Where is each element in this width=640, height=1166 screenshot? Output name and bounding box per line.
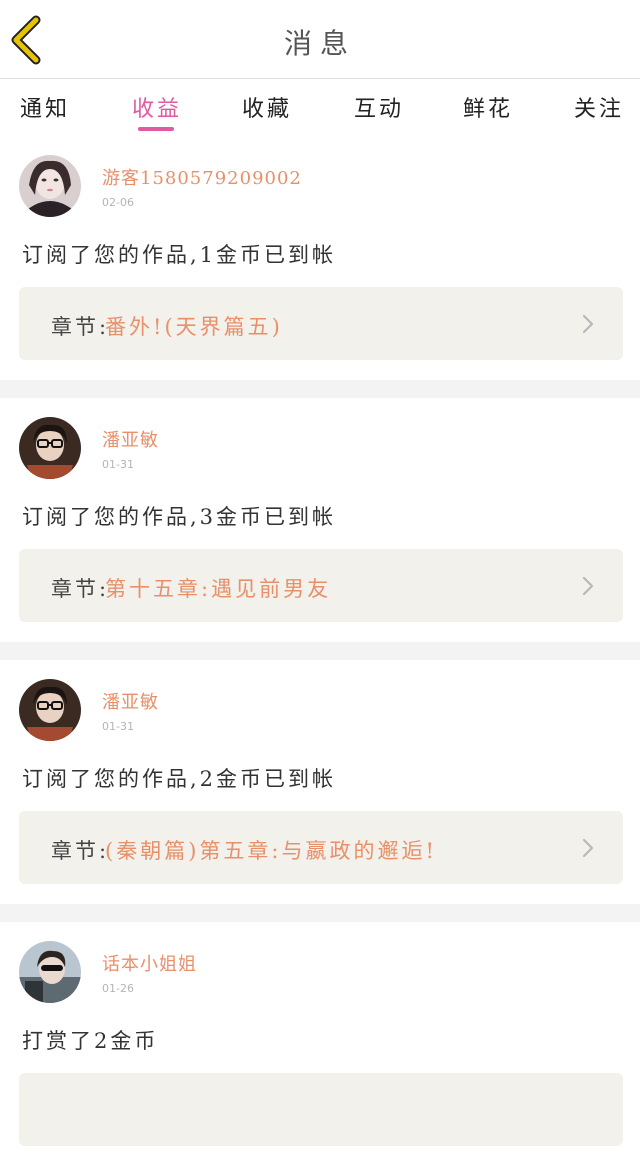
message-list: 游客1580579209002 02-06 订阅了您的作品,1金币已到帐 章节:… xyxy=(0,136,640,1166)
tab-flowers[interactable]: 鲜花 xyxy=(463,91,513,123)
avatar[interactable] xyxy=(19,941,81,1003)
tab-earnings[interactable]: 收益 xyxy=(132,91,182,123)
tab-interactions[interactable]: 互动 xyxy=(354,91,404,123)
user-name[interactable]: 潘亚敏 xyxy=(102,688,159,714)
message-date: 01-31 xyxy=(102,458,134,471)
message-date: 01-26 xyxy=(102,982,134,995)
chapter-link[interactable] xyxy=(19,1073,623,1146)
avatar[interactable] xyxy=(19,417,81,479)
chapter-title: 第十五章:遇见前男友 xyxy=(105,577,332,601)
tab-bar: 通知 收益 收藏 互动 鲜花 关注 xyxy=(0,79,640,135)
chapter-link[interactable]: 章节: 番外!(天界篇五) xyxy=(19,287,623,360)
message-item: 游客1580579209002 02-06 订阅了您的作品,1金币已到帐 章节:… xyxy=(0,136,640,380)
divider xyxy=(0,904,640,922)
tab-notifications[interactable]: 通知 xyxy=(20,91,70,123)
user-name[interactable]: 潘亚敏 xyxy=(102,426,159,452)
message-text: 打赏了2金币 xyxy=(22,1029,159,1053)
message-text: 订阅了您的作品,1金币已到帐 xyxy=(22,243,337,267)
divider xyxy=(0,380,640,398)
tab-favorites[interactable]: 收藏 xyxy=(242,91,292,123)
chevron-right-icon xyxy=(582,838,594,858)
avatar[interactable] xyxy=(19,679,81,741)
tab-following[interactable]: 关注 xyxy=(574,91,624,123)
chapter-prefix: 章节: xyxy=(51,577,110,601)
chapter-title: (秦朝篇)第五章:与嬴政的邂逅! xyxy=(105,839,437,863)
message-item: 潘亚敏 01-31 订阅了您的作品,2金币已到帐 章节: (秦朝篇)第五章:与嬴… xyxy=(0,660,640,904)
user-name[interactable]: 话本小姐姐 xyxy=(102,950,197,976)
app-header: 消息 xyxy=(0,0,640,79)
user-name[interactable]: 游客1580579209002 xyxy=(102,164,302,190)
avatar[interactable] xyxy=(19,155,81,217)
divider xyxy=(0,642,640,660)
message-text: 订阅了您的作品,2金币已到帐 xyxy=(22,767,337,791)
chapter-link[interactable]: 章节: (秦朝篇)第五章:与嬴政的邂逅! xyxy=(19,811,623,884)
page-title: 消息 xyxy=(283,27,356,60)
active-tab-indicator xyxy=(138,127,174,131)
message-date: 02-06 xyxy=(102,196,134,209)
chapter-prefix: 章节: xyxy=(51,315,110,339)
message-item: 话本小姐姐 01-26 打赏了2金币 xyxy=(0,922,640,1166)
message-date: 01-31 xyxy=(102,720,134,733)
chevron-right-icon xyxy=(582,576,594,596)
message-item: 潘亚敏 01-31 订阅了您的作品,3金币已到帐 章节: 第十五章:遇见前男友 xyxy=(0,398,640,642)
chapter-link[interactable]: 章节: 第十五章:遇见前男友 xyxy=(19,549,623,622)
chevron-right-icon xyxy=(582,314,594,334)
chapter-prefix: 章节: xyxy=(51,839,110,863)
chapter-title: 番外!(天界篇五) xyxy=(105,315,283,339)
message-text: 订阅了您的作品,3金币已到帐 xyxy=(22,505,337,529)
